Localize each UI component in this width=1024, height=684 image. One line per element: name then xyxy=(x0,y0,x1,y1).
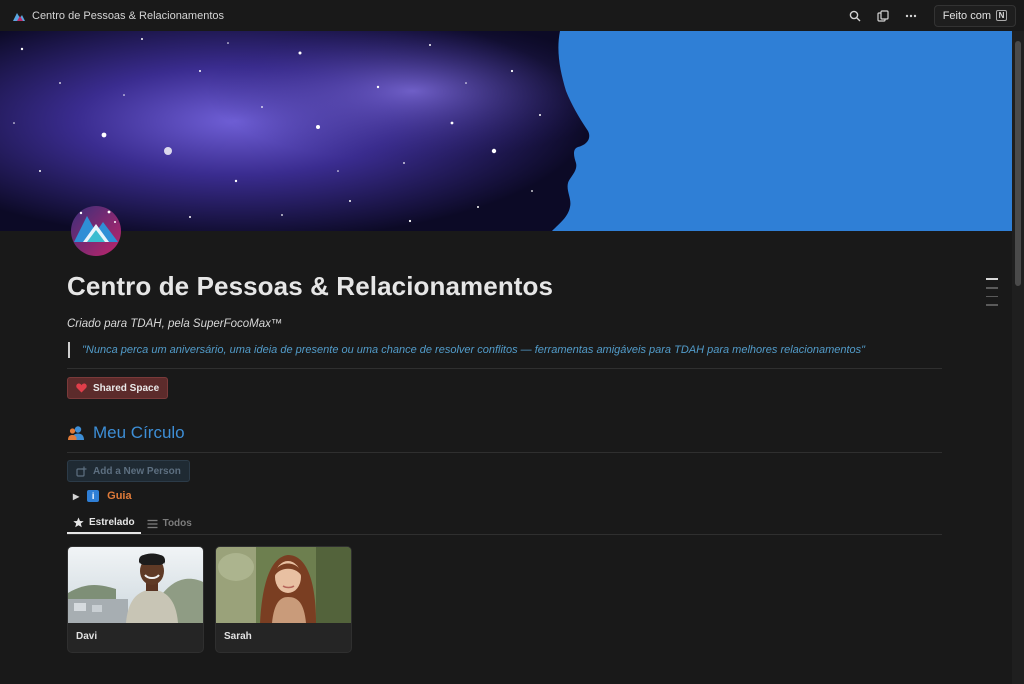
tab-label: Todos xyxy=(162,518,192,529)
made-with-label: Feito com xyxy=(942,9,991,22)
search-icon[interactable] xyxy=(844,5,866,27)
outline-mark[interactable] xyxy=(986,287,998,289)
add-new-person-button[interactable]: Add a New Person xyxy=(67,460,190,482)
section-heading: Meu Círculo xyxy=(67,421,942,445)
more-icon[interactable] xyxy=(900,5,922,27)
outline-mark[interactable] xyxy=(986,278,998,280)
page-icon[interactable] xyxy=(69,204,123,258)
title-bar: Centro de Pessoas & Relacionamentos Feit… xyxy=(0,0,1024,31)
app-logo-icon xyxy=(13,12,25,21)
made-with-button[interactable]: Feito com N xyxy=(933,4,1016,27)
star-icon xyxy=(73,517,84,528)
outline-mark[interactable] xyxy=(986,304,998,306)
person-card-sarah[interactable]: Sarah xyxy=(215,546,352,653)
scrollbar[interactable] xyxy=(1012,31,1024,684)
gallery: Davi Sarah xyxy=(67,546,942,653)
info-icon: i xyxy=(87,490,100,502)
window-title: Centro de Pessoas & Relacionamentos xyxy=(32,9,224,22)
section-heading-text: Meu Círculo xyxy=(93,423,185,442)
shared-space-label: Shared Space xyxy=(93,382,160,394)
page-subtitle: Criado para TDAH, pela SuperFocoMax™ xyxy=(67,318,283,330)
page-content: Centro de Pessoas & Relacionamentos Cria… xyxy=(67,262,942,653)
cover-image xyxy=(0,31,1012,231)
people-icon xyxy=(68,426,84,440)
scrollbar-thumb[interactable] xyxy=(1015,41,1021,286)
person-card-davi[interactable]: Davi xyxy=(67,546,204,653)
page-title: Centro de Pessoas & Relacionamentos xyxy=(67,271,554,301)
guia-toggle[interactable]: ▶ i Guia xyxy=(67,489,942,503)
outline-mark[interactable] xyxy=(986,295,998,297)
page-quote: "Nunca perca um aniversário, uma ideia d… xyxy=(68,342,942,358)
list-icon xyxy=(147,519,158,528)
guia-label: Guia xyxy=(107,490,132,502)
person-photo xyxy=(68,547,203,623)
add-new-person-label: Add a New Person xyxy=(93,465,181,477)
divider xyxy=(67,452,942,453)
tab-todos[interactable]: Todos xyxy=(141,513,198,534)
toggle-caret-icon[interactable]: ▶ xyxy=(73,492,79,501)
tab-label: Estrelado xyxy=(89,517,135,528)
heart-icon xyxy=(76,383,87,393)
notion-logo-icon: N xyxy=(996,10,1007,21)
duplicate-icon[interactable] xyxy=(872,5,894,27)
add-person-icon xyxy=(76,466,87,477)
page-outline[interactable] xyxy=(986,278,998,306)
person-photo xyxy=(216,547,351,623)
tab-estrelado[interactable]: Estrelado xyxy=(67,513,141,534)
person-name: Davi xyxy=(76,631,98,642)
person-name: Sarah xyxy=(224,631,252,642)
view-tabs: Estrelado Todos xyxy=(67,513,942,535)
divider xyxy=(67,368,942,369)
shared-space-button[interactable]: Shared Space xyxy=(67,377,169,399)
